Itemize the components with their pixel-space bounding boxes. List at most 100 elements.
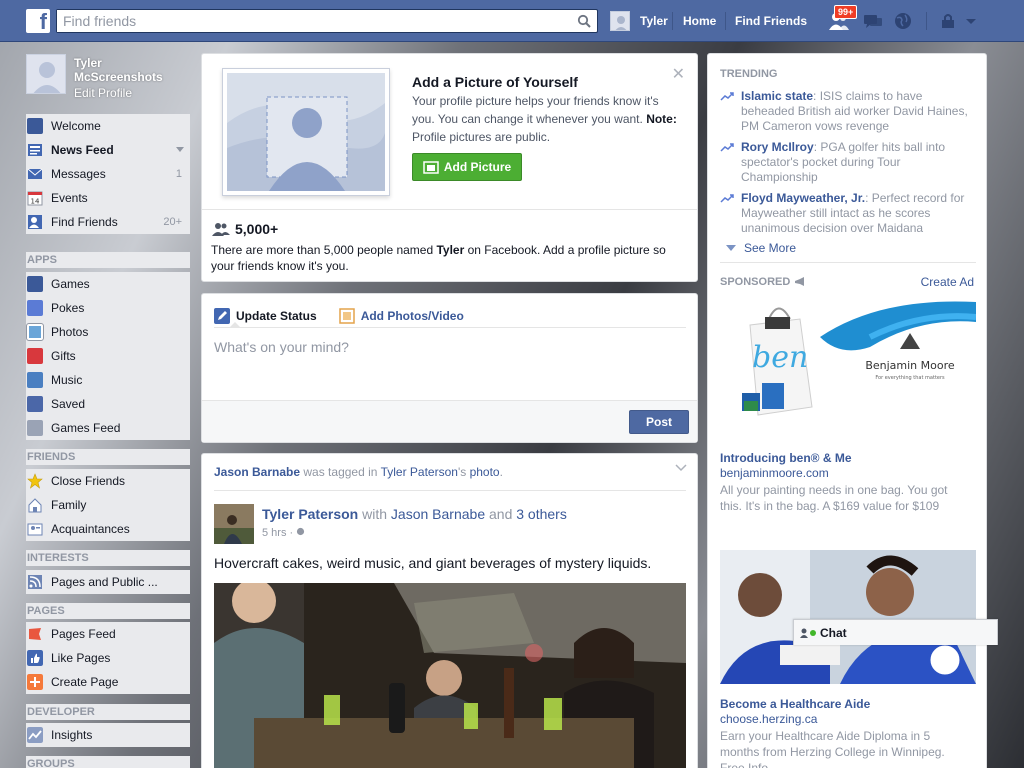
search-icon[interactable]	[577, 14, 591, 28]
count-badge: 20+	[163, 216, 182, 228]
trending-item[interactable]: Floyd Mayweather, Jr.: Perfect record fo…	[720, 191, 976, 236]
sidebar-item-welcome[interactable]: Welcome	[26, 114, 190, 138]
trending-heading: TRENDING	[720, 68, 778, 80]
composer-footer: Post	[202, 400, 697, 442]
sidebar-item-news-feed[interactable]: News Feed	[26, 138, 190, 162]
sidebar-item-family[interactable]: Family	[26, 493, 190, 517]
sidebar-item-create-page[interactable]: Create Page	[26, 670, 190, 694]
status-input[interactable]	[214, 339, 684, 379]
sidebar-developer: Insights	[26, 723, 190, 747]
tagger-link[interactable]: Jason Barnabe	[214, 465, 300, 479]
profile-avatar[interactable]	[26, 54, 66, 94]
and-text: and	[485, 506, 517, 522]
timestamp-text: 5 hrs ·	[262, 527, 297, 539]
context-text: was tagged in	[300, 465, 381, 479]
games-feed-icon	[27, 420, 43, 436]
rss-icon	[28, 575, 42, 589]
divider	[214, 327, 686, 328]
top-bar: f Tyler Home Find Friends 99+	[0, 0, 1024, 42]
privacy-lock-icon[interactable]	[938, 11, 960, 31]
sidebar-friends: Close Friends Family Acquaintances	[26, 469, 190, 541]
trending-item[interactable]: Islamic state: ISIS claims to have behea…	[720, 89, 976, 134]
story-photo[interactable]	[214, 583, 686, 768]
trending-topic[interactable]: Floyd Mayweather, Jr.	[741, 191, 865, 205]
sidebar-item-label: Family	[51, 498, 87, 512]
sidebar-item-label: Events	[51, 191, 88, 205]
add-picture-button[interactable]: Add Picture	[412, 153, 522, 181]
people-count-value: 5,000+	[235, 221, 279, 237]
sidebar-item-gifts[interactable]: Gifts	[26, 344, 190, 368]
trending-topic[interactable]: Islamic state	[741, 89, 813, 103]
author-link[interactable]: Tyler Paterson	[262, 506, 358, 522]
sidebar-profile[interactable]: Tyler McScreenshots Edit Profile	[26, 54, 190, 106]
sidebar-item-pages-feed[interactable]: Pages Feed	[26, 622, 190, 646]
globe-icon[interactable]	[892, 11, 914, 31]
ad-description: Earn your Healthcare Aide Diploma in 5 m…	[720, 729, 945, 768]
search-box[interactable]	[56, 9, 598, 33]
photo-link[interactable]: photo	[470, 465, 500, 479]
close-icon[interactable]: ✕	[672, 64, 685, 84]
sidebar-item-close-friends[interactable]: Close Friends	[26, 469, 190, 493]
nav-profile-link[interactable]: Tyler	[610, 11, 668, 31]
trending-topic[interactable]: Rory McIlroy	[741, 140, 814, 154]
ad-url[interactable]: choose.herzing.ca	[720, 712, 817, 726]
photo-icon	[338, 308, 355, 324]
ad-image[interactable]: ben Benjamin Moore For everything that m…	[720, 297, 976, 425]
home-link[interactable]: Home	[683, 14, 716, 28]
sidebar-item-pages-public[interactable]: Pages and Public ...	[26, 570, 190, 594]
sidebar-item-games[interactable]: Games	[26, 272, 190, 296]
sidebar-item-saved[interactable]: Saved	[26, 392, 190, 416]
ad-brand-script: ben	[752, 340, 808, 375]
profile-name[interactable]: Tyler McScreenshots	[74, 56, 186, 84]
story-timestamp[interactable]: 5 hrs ·	[262, 527, 305, 539]
sidebar-item-pokes[interactable]: Pokes	[26, 296, 190, 320]
nav-divider	[725, 12, 726, 30]
settings-dropdown-icon[interactable]	[963, 11, 979, 31]
ad-title[interactable]: Become a Healthcare Aide	[720, 697, 870, 711]
note-text: Profile pictures are public.	[412, 130, 551, 144]
with-text: with	[358, 506, 391, 522]
tab-label: Add Photos/Video	[360, 309, 464, 323]
notification-badge: 99+	[834, 5, 858, 19]
tagged-friend-link[interactable]: Jason Barnabe	[391, 506, 485, 522]
see-more-link[interactable]: See More	[726, 241, 796, 255]
sidebar-item-like-pages[interactable]: Like Pages	[26, 646, 190, 670]
find-friends-link[interactable]: Find Friends	[735, 14, 807, 28]
tab-add-photos[interactable]: Add Photos/Video	[338, 304, 464, 328]
chat-tab[interactable]: Chat	[793, 619, 998, 645]
sidebar-heading-friends: FRIENDS	[26, 449, 190, 465]
others-link[interactable]: 3 others	[516, 506, 567, 522]
profile-placeholder-frame	[222, 68, 390, 196]
profile-placeholder-image	[227, 73, 385, 191]
chevron-down-icon[interactable]	[176, 147, 184, 153]
ad-title[interactable]: Introducing ben® & Me	[720, 451, 852, 465]
sidebar-item-events[interactable]: 14 Events	[26, 186, 190, 210]
svg-text:14: 14	[31, 198, 40, 206]
add-picture-card: Add a Picture of Yourself Your profile p…	[201, 53, 698, 282]
create-ad-link[interactable]: Create Ad	[921, 275, 974, 289]
sidebar-item-insights[interactable]: Insights	[26, 723, 190, 747]
people-icon	[212, 223, 230, 236]
edit-profile-link[interactable]: Edit Profile	[74, 86, 132, 100]
sidebar-item-photos[interactable]: Photos	[26, 320, 190, 344]
ad-image[interactable]	[720, 550, 976, 684]
trending-item[interactable]: Rory McIlroy: PGA golfer hits ball into …	[720, 140, 976, 185]
sidebar-heading-apps: APPS	[26, 252, 190, 268]
sidebar-item-acquaintances[interactable]: Acquaintances	[26, 517, 190, 541]
chevron-down-icon[interactable]	[675, 464, 687, 472]
sidebar-heading-pages: PAGES	[26, 603, 190, 619]
sponsored-label: SPONSORED	[720, 276, 791, 288]
sidebar-item-find-friends[interactable]: Find Friends 20+	[26, 210, 190, 234]
post-button[interactable]: Post	[629, 410, 689, 434]
sidebar-heading-developer: DEVELOPER	[26, 704, 190, 720]
owner-link[interactable]: Tyler Paterson	[381, 465, 458, 479]
facebook-logo-icon[interactable]: f	[26, 9, 50, 33]
ad-url[interactable]: benjaminmoore.com	[720, 466, 829, 480]
messages-icon[interactable]	[862, 11, 884, 31]
composer-tabs: Update Status Add Photos/Video	[214, 304, 486, 328]
author-avatar[interactable]	[214, 504, 254, 544]
sidebar-item-games-feed[interactable]: Games Feed	[26, 416, 190, 440]
sidebar-item-messages[interactable]: Messages 1	[26, 162, 190, 186]
search-input[interactable]	[57, 10, 567, 32]
sidebar-item-music[interactable]: Music	[26, 368, 190, 392]
